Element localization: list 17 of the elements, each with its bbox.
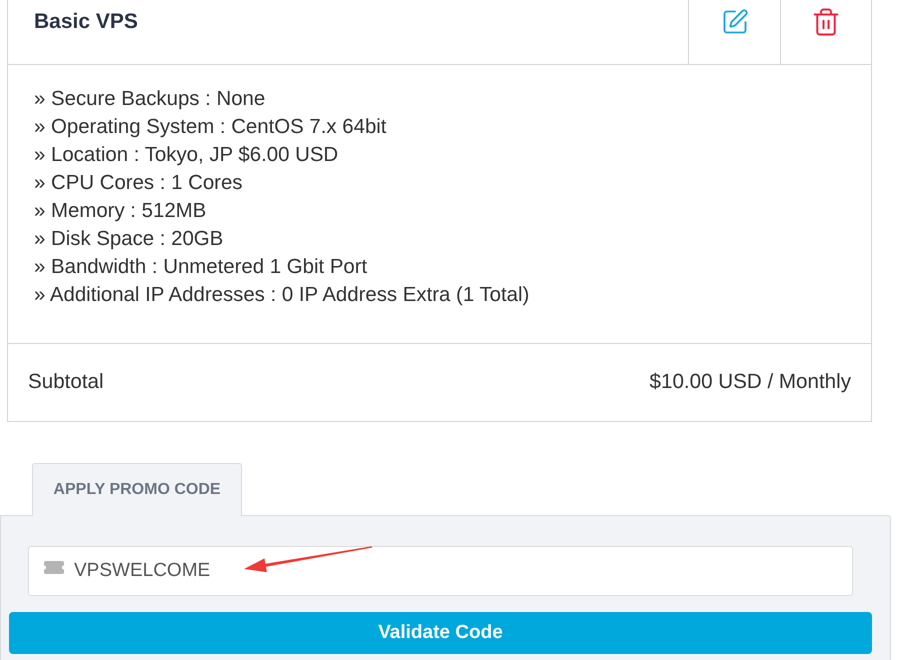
product-detail-line: » Operating System : CentOS 7.x 64bit — [34, 115, 386, 140]
product-detail-line: » Memory : 512MB — [34, 199, 206, 224]
promo-code-input[interactable]: VPSWELCOME — [28, 546, 853, 596]
product-detail-line: » Secure Backups : None — [34, 87, 266, 112]
promo-tab[interactable]: APPLY PROMO CODE — [32, 463, 242, 516]
subtotal-label: Subtotal — [28, 369, 104, 396]
edit-icon[interactable] — [720, 8, 748, 36]
ticket-icon — [44, 561, 64, 574]
product-detail-line: » Additional IP Addresses : 0 IP Address Extra (1 Total) — [34, 283, 530, 308]
trash-icon[interactable] — [811, 7, 841, 37]
product-detail-line: » Bandwidth : Unmetered 1 Gbit Port — [34, 255, 368, 280]
product-detail-line: » Location : Tokyo, JP $6.00 USD — [34, 143, 338, 168]
product-detail-line: » Disk Space : 20GB — [34, 227, 224, 252]
product-title: Basic VPS — [34, 10, 138, 33]
product-detail-line: » CPU Cores : 1 Cores — [34, 171, 243, 196]
subtotal-amount: $10.00 USD / Monthly — [650, 369, 851, 396]
validate-code-button[interactable]: Validate Code — [9, 612, 872, 654]
